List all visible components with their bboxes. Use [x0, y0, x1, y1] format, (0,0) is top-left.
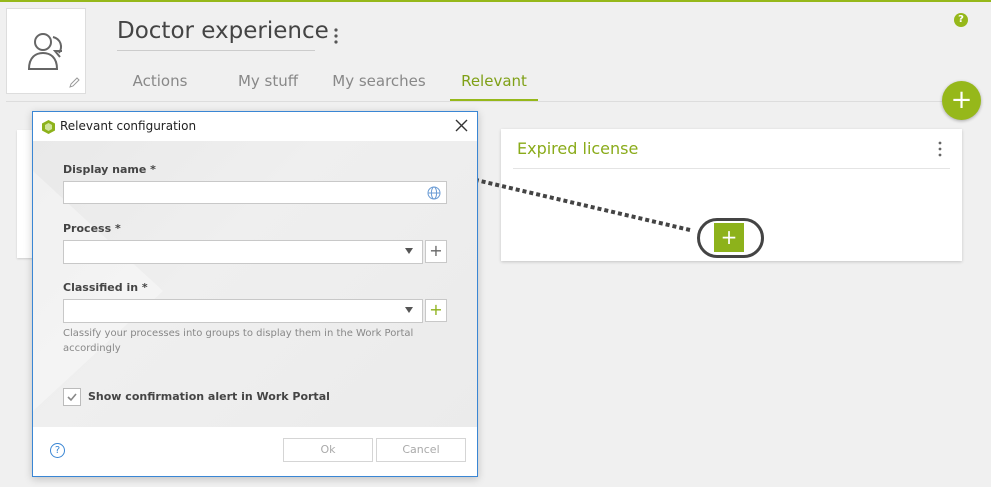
- dialog-body: Display name * Process * + Classified in…: [33, 141, 477, 427]
- display-name-label: Display name *: [63, 163, 156, 176]
- display-name-input[interactable]: [63, 181, 447, 204]
- caret-down-icon: [405, 248, 413, 254]
- confirmation-alert-checkbox[interactable]: [63, 388, 81, 406]
- dialog-header: Relevant configuration: [33, 112, 477, 141]
- caret-down-icon: [405, 307, 413, 313]
- process-add-button[interactable]: +: [425, 240, 447, 263]
- classified-in-add-button[interactable]: +: [425, 299, 447, 322]
- relevant-configuration-dialog: Relevant configuration Display name * Pr…: [32, 111, 478, 477]
- dialog-footer: ? Ok Cancel: [33, 427, 477, 476]
- check-icon: [67, 393, 77, 402]
- classified-in-label: Classified in *: [63, 281, 148, 294]
- confirmation-alert-label: Show confirmation alert in Work Portal: [88, 390, 330, 403]
- classified-in-helper: Classify your processes into groups to d…: [63, 328, 414, 354]
- globe-icon[interactable]: [427, 186, 441, 200]
- process-label: Process *: [63, 222, 121, 235]
- dialog-title: Relevant configuration: [60, 119, 197, 133]
- help-icon[interactable]: ?: [50, 443, 65, 458]
- process-select[interactable]: [63, 240, 423, 264]
- classified-in-select[interactable]: [63, 299, 423, 323]
- cancel-button[interactable]: Cancel: [376, 438, 466, 462]
- ok-button[interactable]: Ok: [283, 438, 373, 462]
- logo-icon: [42, 120, 55, 134]
- close-icon[interactable]: [455, 119, 468, 132]
